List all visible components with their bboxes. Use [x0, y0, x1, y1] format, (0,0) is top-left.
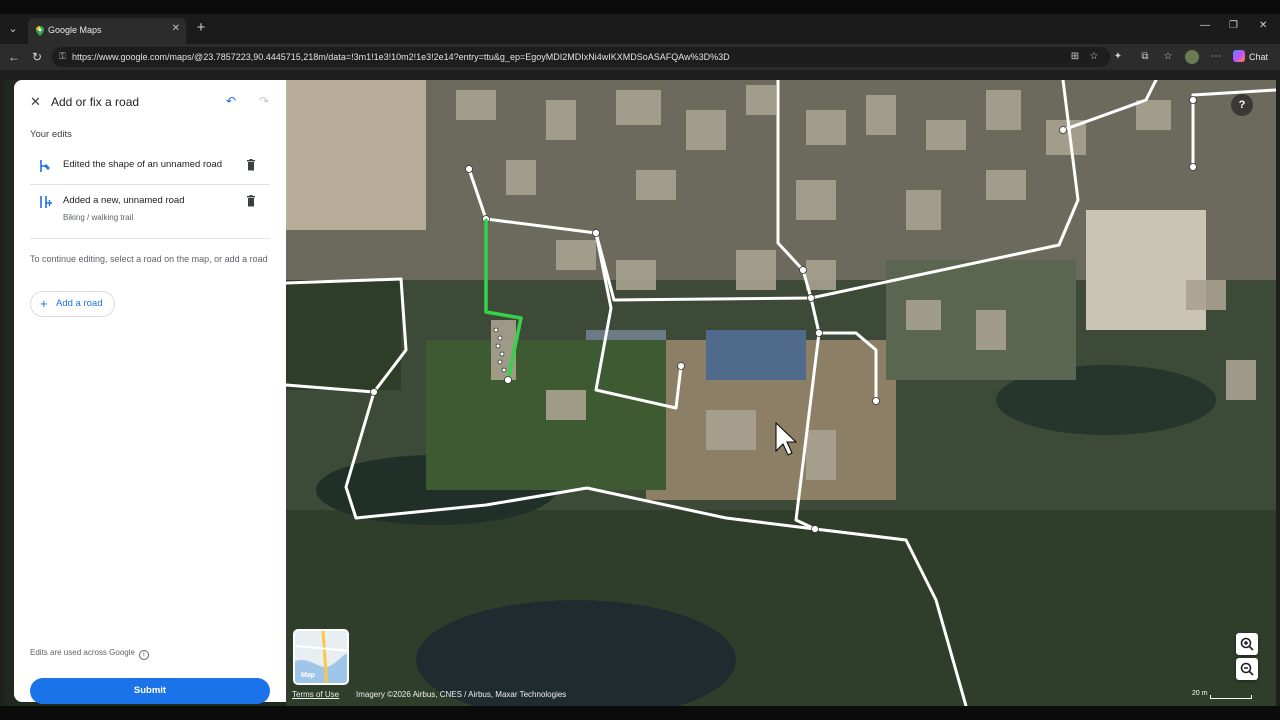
- submit-button[interactable]: Submit: [30, 678, 270, 704]
- undo-icon[interactable]: ↶: [226, 94, 236, 108]
- split-screen-icon[interactable]: ⧉: [1138, 50, 1152, 64]
- favorites-icon[interactable]: ☆: [1161, 50, 1175, 64]
- add-fix-road-panel: ✕ Add or fix a road ↶ ↷ Your edits Edite…: [14, 80, 286, 704]
- profile-avatar[interactable]: [1185, 50, 1199, 64]
- help-question-icon[interactable]: ?: [1231, 94, 1253, 116]
- favorite-star-icon[interactable]: ☆: [1087, 50, 1101, 64]
- panel-title: Add or fix a road: [51, 95, 140, 109]
- zoom-in-icon: [1240, 637, 1254, 651]
- edit-item-new-road[interactable]: Added a new, unnamed road Biking / walki…: [30, 195, 270, 225]
- road-add-icon: [40, 196, 52, 208]
- layer-label: Map: [301, 672, 315, 679]
- copilot-logo-icon: [1233, 50, 1245, 62]
- plus-icon: +: [40, 296, 48, 311]
- satellite-map[interactable]: ? Map Terms of Use Imagery ©2026 Airbus,…: [286, 80, 1276, 706]
- info-icon[interactable]: i: [138, 650, 149, 660]
- map-layer-toggle[interactable]: Map: [293, 629, 349, 685]
- window-close-icon[interactable]: ✕: [1259, 20, 1267, 31]
- maps-pin-icon: [36, 26, 44, 36]
- continue-editing-hint: To continue editing, select a road on th…: [30, 254, 268, 264]
- back-arrow-icon[interactable]: ←: [6, 49, 22, 65]
- tab-google-maps[interactable]: Google Maps ✕: [28, 18, 186, 44]
- edit-divider: [30, 238, 270, 239]
- scale-label: 20 m: [1192, 690, 1208, 697]
- footnote-text: Edits are used across Google: [30, 648, 135, 657]
- copilot-chat-button[interactable]: Chat: [1233, 48, 1268, 66]
- add-road-button[interactable]: + Add a road: [30, 291, 115, 317]
- reload-icon[interactable]: ↻: [29, 49, 45, 65]
- tab-close-icon[interactable]: ✕: [172, 23, 180, 34]
- site-info-icon[interactable]: ⚿: [59, 51, 69, 63]
- extensions-puzzle-icon[interactable]: ✦: [1111, 50, 1125, 64]
- zoom-in-button[interactable]: [1236, 633, 1258, 655]
- map-canvas[interactable]: [286, 80, 1276, 706]
- zoom-out-button[interactable]: [1236, 658, 1258, 680]
- chat-label: Chat: [1249, 52, 1269, 62]
- delete-trash-icon[interactable]: [246, 195, 256, 207]
- add-road-label: Add a road: [56, 298, 103, 309]
- zoom-out-icon: [1240, 662, 1254, 676]
- maximize-icon[interactable]: ❐: [1229, 20, 1238, 31]
- edit-label: Added a new, unnamed road: [63, 195, 185, 206]
- edit-item-shape[interactable]: Edited the shape of an unnamed road: [30, 159, 270, 179]
- terms-link[interactable]: Terms of Use: [292, 690, 339, 699]
- tab-title: Google Maps: [48, 25, 102, 35]
- close-panel-icon[interactable]: ✕: [30, 94, 41, 110]
- imagery-attribution: Imagery ©2026 Airbus, CNES / Airbus, Max…: [356, 690, 567, 699]
- tab-strip: ⌄ Google Maps ✕ + — ❐ ✕: [0, 14, 1280, 44]
- scale-bar: [1210, 695, 1252, 699]
- edit-label: Edited the shape of an unnamed road: [63, 159, 222, 170]
- minimize-icon[interactable]: —: [1200, 20, 1210, 31]
- browser-window: ⌄ Google Maps ✕ + — ❐ ✕ ← ↻ ⚿ https://ww…: [0, 14, 1280, 706]
- your-edits-heading: Your edits: [30, 129, 72, 140]
- more-menu-icon[interactable]: ⋯: [1209, 50, 1223, 64]
- road-edit-shape-icon: [40, 160, 50, 172]
- page-viewport: ✕ Add or fix a road ↶ ↷ Your edits Edite…: [4, 80, 1276, 706]
- address-bar[interactable]: ⚿ https://www.google.com/maps/@23.785722…: [52, 47, 1110, 67]
- tab-list-chevron-icon[interactable]: ⌄: [4, 20, 22, 38]
- edit-road-type: Biking / walking trail: [63, 213, 134, 222]
- redo-icon[interactable]: ↷: [259, 94, 269, 108]
- new-tab-plus-icon[interactable]: +: [193, 19, 209, 37]
- app-install-icon[interactable]: ⊞: [1068, 50, 1082, 64]
- url-text: https://www.google.com/maps/@23.7857223,…: [72, 52, 730, 62]
- browser-toolbar: ← ↻ ⚿ https://www.google.com/maps/@23.78…: [0, 44, 1280, 70]
- edits-usage-note: Edits are used across Google i: [30, 648, 149, 660]
- edit-divider: [30, 184, 270, 185]
- delete-trash-icon[interactable]: [246, 159, 256, 171]
